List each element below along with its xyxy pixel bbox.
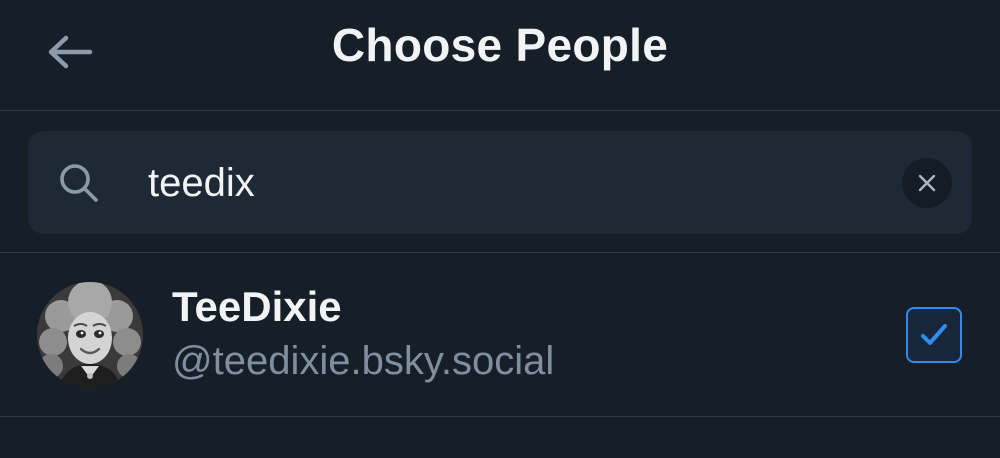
search-input[interactable]: [148, 163, 908, 203]
select-checkbox[interactable]: [906, 307, 962, 363]
checkmark-icon: [921, 324, 947, 345]
search-section: [0, 111, 1000, 253]
list-item[interactable]: TeeDixie @teedixie.bsky.social: [0, 253, 1000, 417]
header: Choose People: [0, 0, 1000, 111]
display-name: TeeDixie: [172, 283, 342, 330]
user-handle: @teedixie.bsky.social: [172, 339, 555, 383]
search-box[interactable]: [28, 131, 972, 234]
avatar: [37, 282, 143, 388]
page-title: Choose People: [331, 19, 669, 71]
close-icon: [918, 174, 936, 192]
search-icon: [60, 164, 98, 202]
clear-search-button[interactable]: [902, 158, 952, 208]
